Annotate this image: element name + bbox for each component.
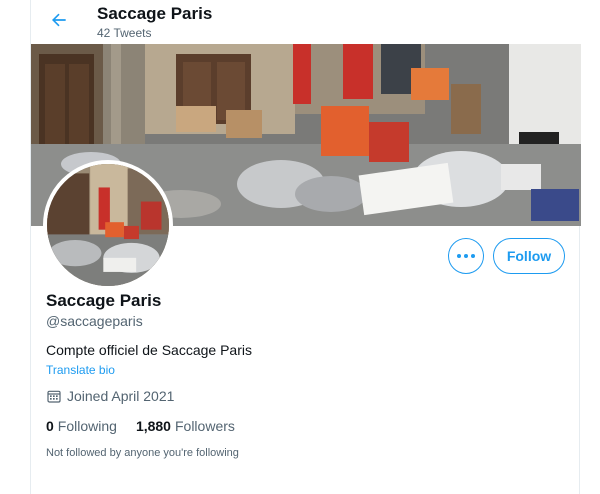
following-label: Following [57, 418, 117, 434]
joined-text: Joined April 2021 [67, 388, 175, 404]
followers-label: Followers [174, 418, 235, 434]
followers-link[interactable]: 1,880 Followers [136, 418, 235, 434]
profile-name: Saccage Paris [46, 291, 162, 310]
profile-handle: @saccageparis [46, 313, 143, 329]
joined-date: Joined April 2021 [46, 388, 174, 404]
arrow-left-icon [52, 13, 66, 27]
profile-header: Saccage Paris 42 Tweets [31, 0, 581, 44]
profile-column: Saccage Paris 42 Tweets Follow Saccage P… [30, 0, 581, 494]
following-count: 0 [46, 418, 54, 434]
header-title: Saccage Paris [97, 4, 213, 23]
profile-avatar[interactable] [43, 160, 173, 290]
translate-bio-link[interactable]: Translate bio [46, 363, 115, 377]
follow-stats: 0 Following 1,880 Followers [46, 418, 254, 434]
following-link[interactable]: 0 Following [46, 418, 117, 434]
not-followed-note: Not followed by anyone you're following [46, 447, 239, 459]
follow-button[interactable]: Follow [493, 238, 565, 274]
profile-bio: Compte officiel de Saccage Paris [46, 342, 252, 358]
more-icon [457, 254, 461, 258]
tweet-count: 42 Tweets [97, 26, 152, 40]
calendar-icon [47, 390, 61, 403]
back-button[interactable] [43, 4, 75, 36]
followers-count: 1,880 [135, 418, 171, 434]
more-options-button[interactable] [448, 238, 484, 274]
avatar-image [47, 164, 169, 286]
